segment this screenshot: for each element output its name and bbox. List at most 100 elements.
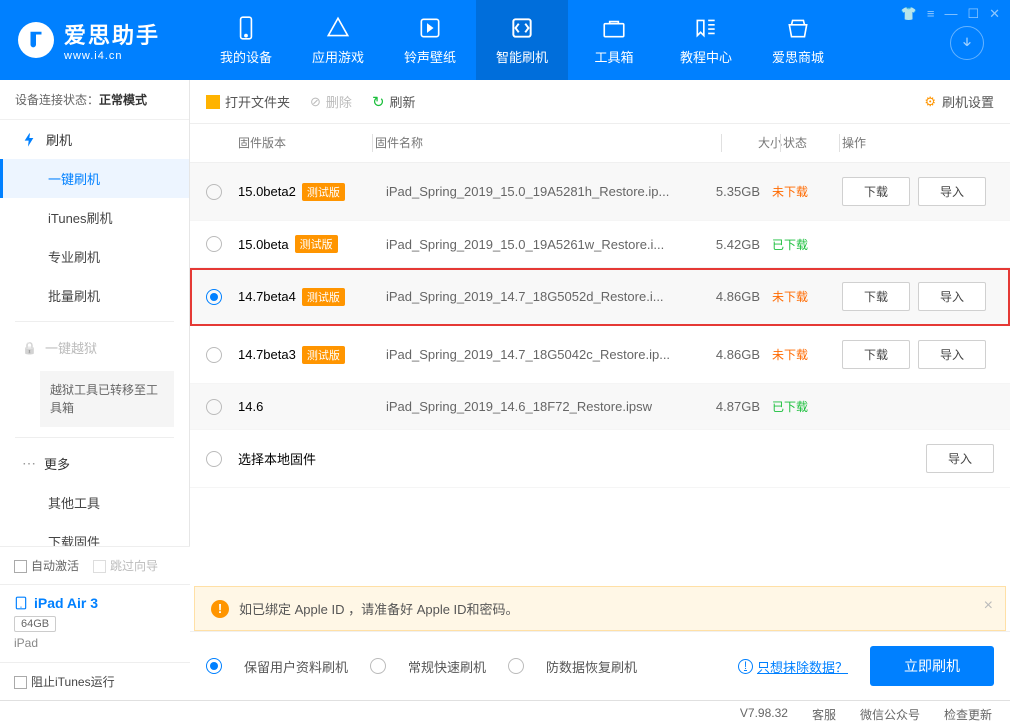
firmware-size: 4.86GB <box>702 289 772 304</box>
sidebar-item-batch-flash[interactable]: 批量刷机 <box>0 276 189 315</box>
download-button[interactable]: 下载 <box>842 282 910 311</box>
firmware-status: 已下载 <box>772 398 842 415</box>
wechat-link[interactable]: 微信公众号 <box>860 706 920 723</box>
firmware-row[interactable]: 14.6iPad_Spring_2019_14.6_18F72_Restore.… <box>190 384 1010 430</box>
firmware-size: 5.35GB <box>702 184 772 199</box>
row-radio[interactable] <box>206 399 222 415</box>
firmware-name: iPad_Spring_2019_15.0_19A5281h_Restore.i… <box>386 184 702 199</box>
firmware-name: iPad_Spring_2019_15.0_19A5261w_Restore.i… <box>386 237 702 252</box>
apple-id-alert: ! 如已绑定 Apple ID ，请准备好 Apple ID和密码。 × <box>194 586 1006 631</box>
nav-tab-5[interactable]: 教程中心 <box>660 0 752 80</box>
firmware-row[interactable]: 14.7beta3测试版iPad_Spring_2019_14.7_18G504… <box>190 326 1010 384</box>
firmware-status: 未下载 <box>772 183 842 200</box>
row-radio[interactable] <box>206 289 222 305</box>
import-button[interactable]: 导入 <box>926 444 994 473</box>
sidebar-group-more[interactable]: ⋯ 更多 <box>0 444 189 483</box>
tshirt-icon[interactable]: 👕 <box>901 6 917 22</box>
lock-icon <box>22 340 37 355</box>
firmware-row[interactable]: 15.0beta 测试版 iPad_Spring_2019_15.0_19A5261… <box>190 221 1010 268</box>
connected-device[interactable]: iPad Air 3 64GB iPad <box>0 584 190 662</box>
nav-icon <box>785 15 811 41</box>
alert-close-button[interactable]: × <box>984 597 993 615</box>
firmware-version: 15.0beta2 <box>238 184 296 199</box>
nav-tab-6[interactable]: 爱思商城 <box>752 0 844 80</box>
local-firmware-row[interactable]: 选择本地固件 导入 <box>190 430 1010 488</box>
beta-badge: 测试版 <box>302 288 345 306</box>
download-button[interactable]: 下载 <box>842 177 910 206</box>
sidebar-group-flash[interactable]: 刷机 <box>0 120 189 159</box>
firmware-status: 未下载 <box>772 288 842 305</box>
nav-tab-4[interactable]: 工具箱 <box>568 0 660 80</box>
option-anti-recovery[interactable]: 防数据恢复刷机 <box>508 657 637 676</box>
sidebar-group-jailbreak: 一键越狱 <box>0 328 189 367</box>
firmware-name: iPad_Spring_2019_14.7_18G5042c_Restore.i… <box>386 347 702 362</box>
option-regular-flash[interactable]: 常规快速刷机 <box>370 657 486 676</box>
nav-tab-3[interactable]: 智能刷机 <box>476 0 568 80</box>
delete-icon: ⊘ <box>310 94 321 110</box>
nav-tab-1[interactable]: 应用游戏 <box>292 0 384 80</box>
maximize-icon[interactable]: ☐ <box>967 6 979 22</box>
firmware-status: 已下载 <box>772 236 842 253</box>
nav-icon <box>325 15 351 41</box>
flash-settings-button[interactable]: ⚙ 刷机设置 <box>924 92 994 111</box>
sidebar-item-pro-flash[interactable]: 专业刷机 <box>0 237 189 276</box>
open-folder-button[interactable]: 打开文件夹 <box>206 92 290 111</box>
skip-guide-checkbox[interactable]: 跳过向导 <box>93 557 158 574</box>
nav-icon <box>693 15 719 41</box>
block-itunes-checkbox[interactable]: 阻止iTunes运行 <box>14 673 115 690</box>
firmware-name: iPad_Spring_2019_14.7_18G5052d_Restore.i… <box>386 289 702 304</box>
device-status: 设备连接状态：正常模式 <box>0 80 189 120</box>
support-link[interactable]: 客服 <box>812 706 836 723</box>
auto-activate-checkbox[interactable]: 自动激活 <box>14 557 79 574</box>
col-name: 固件名称 <box>375 134 735 152</box>
erase-only-link[interactable]: ! 只想抹除数据？ <box>738 657 848 676</box>
firmware-size: 4.87GB <box>702 399 772 414</box>
device-storage: 64GB <box>14 616 56 632</box>
delete-button[interactable]: ⊘ 删除 <box>310 92 352 111</box>
nav-tab-2[interactable]: 铃声壁纸 <box>384 0 476 80</box>
firmware-version: 14.6 <box>238 399 263 414</box>
nav-icon <box>601 15 627 41</box>
device-type: iPad <box>14 636 176 650</box>
beta-badge: 测试版 <box>302 183 345 201</box>
firmware-row[interactable]: 14.7beta4测试版iPad_Spring_2019_14.7_18G505… <box>190 268 1010 326</box>
col-action: 操作 <box>842 134 994 152</box>
check-update-link[interactable]: 检查更新 <box>944 706 992 723</box>
menu-icon[interactable]: ≡ <box>927 6 935 22</box>
flash-now-button[interactable]: 立即刷机 <box>870 646 994 686</box>
nav-icon <box>417 15 443 41</box>
gear-icon: ⚙ <box>924 94 936 110</box>
refresh-icon: ↻ <box>372 93 385 111</box>
more-icon: ⋯ <box>22 455 36 472</box>
local-firmware-label: 选择本地固件 <box>238 449 842 468</box>
nav-icon <box>509 15 535 41</box>
row-radio[interactable] <box>206 236 222 252</box>
nav-icon <box>233 15 259 41</box>
minimize-icon[interactable]: — <box>944 6 957 22</box>
import-button[interactable]: 导入 <box>918 177 986 206</box>
download-manager-button[interactable] <box>950 26 984 60</box>
firmware-size: 4.86GB <box>702 347 772 362</box>
nav-tab-0[interactable]: 我的设备 <box>200 0 292 80</box>
beta-badge: 测试版 <box>295 235 338 253</box>
sidebar-item-oneclick-flash[interactable]: 一键刷机 <box>0 159 189 198</box>
import-button[interactable]: 导入 <box>918 340 986 369</box>
firmware-row[interactable]: 15.0beta2 测试版 iPad_Spring_2019_15.0_19A528… <box>190 163 1010 221</box>
sidebar-item-other-tools[interactable]: 其他工具 <box>0 483 189 522</box>
close-icon[interactable]: ✕ <box>989 6 1000 22</box>
import-button[interactable]: 导入 <box>918 282 986 311</box>
firmware-version: 14.7beta3 <box>238 347 296 362</box>
option-keep-data[interactable]: 保留用户资料刷机 <box>206 657 348 676</box>
row-radio[interactable] <box>206 451 222 467</box>
firmware-version: 15.0beta <box>238 237 289 252</box>
row-radio[interactable] <box>206 347 222 363</box>
bolt-icon <box>22 132 38 148</box>
refresh-button[interactable]: ↻ 刷新 <box>372 92 416 111</box>
sidebar-item-itunes-flash[interactable]: iTunes刷机 <box>0 198 189 237</box>
download-button[interactable]: 下载 <box>842 340 910 369</box>
folder-icon <box>206 95 220 109</box>
logo-icon <box>18 22 54 58</box>
app-site: www.i4.cn <box>64 50 160 62</box>
jailbreak-moved-note: 越狱工具已转移至工具箱 <box>40 371 174 427</box>
row-radio[interactable] <box>206 184 222 200</box>
